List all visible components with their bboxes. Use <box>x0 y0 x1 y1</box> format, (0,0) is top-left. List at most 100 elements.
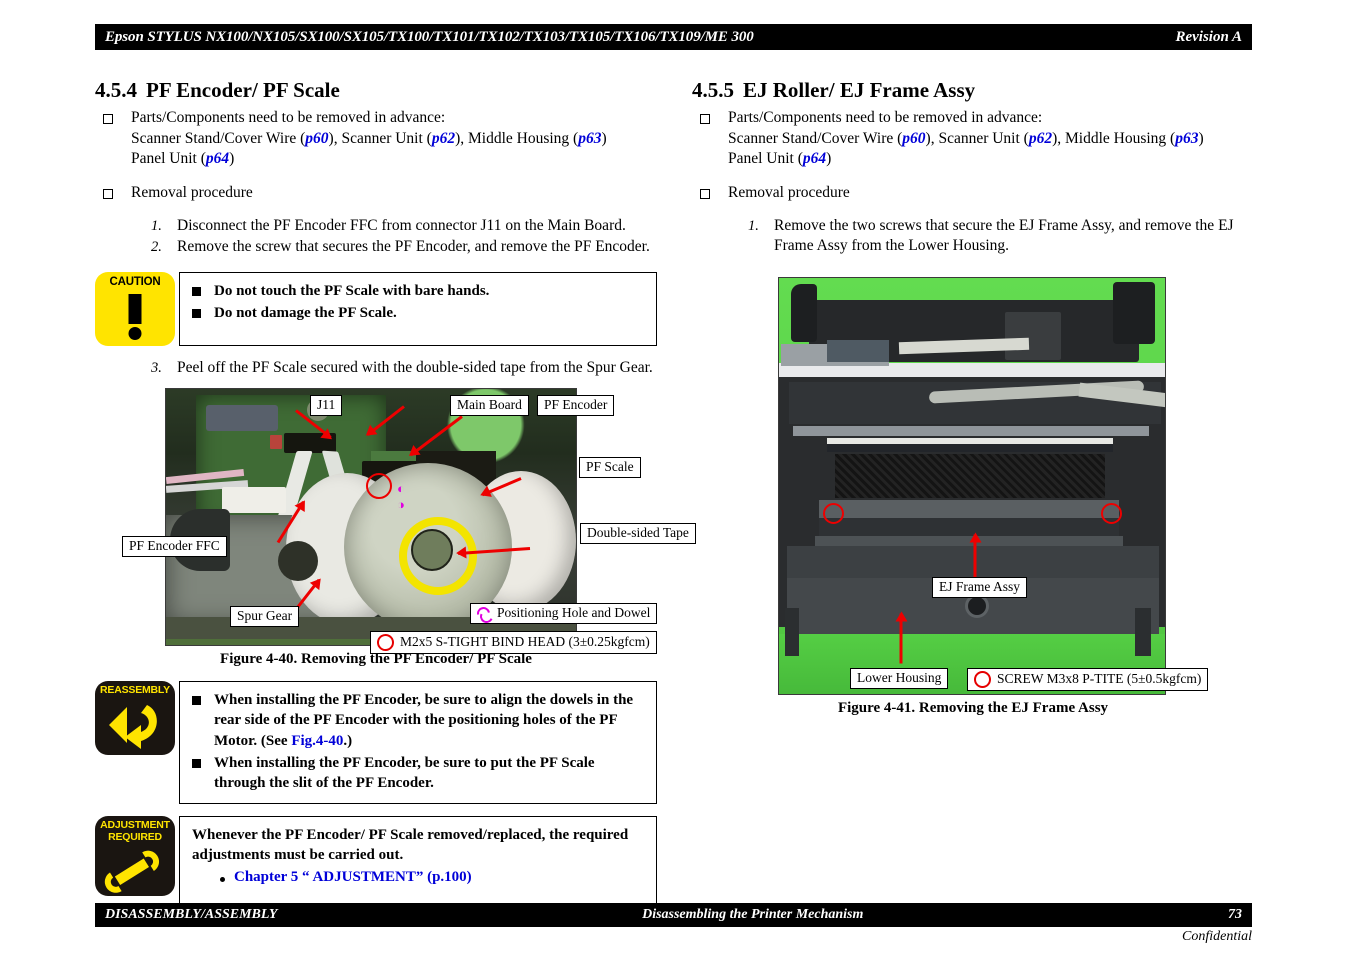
figure-4-40: ◐ ◑ J11 Main Board PF Encoder PF Scale D… <box>95 388 696 668</box>
callout-double-sided-tape: Double-sided Tape <box>580 523 696 545</box>
left-prereq-l1c: ), Middle Housing ( <box>455 129 579 147</box>
right-section-heading: 4.5.5 EJ Roller/ EJ Frame Assy <box>692 78 1254 102</box>
left-section-heading: 4.5.4 PF Encoder/ PF Scale <box>95 78 657 102</box>
callout-main-board: Main Board <box>450 395 529 417</box>
caution-icon-label: CAUTION <box>109 275 161 288</box>
left-step-2: 2. Remove the screw that secures the PF … <box>151 237 657 257</box>
left-prereq-l2b: ) <box>229 150 235 168</box>
right-prereq-ref-p62[interactable]: p62 <box>1029 130 1052 147</box>
page-footer: DISASSEMBLY/ASSEMBLY Disassembling the P… <box>95 903 1252 927</box>
caution-note-body: Do not touch the PF Scale with bare hand… <box>179 271 657 346</box>
callout-lower-housing: Lower Housing <box>850 667 949 689</box>
caution-line-2-text: Do not damage the PF Scale. <box>214 304 397 321</box>
screw-circle-icon <box>377 634 394 652</box>
callout-positioning-hole-text: Positioning Hole and Dowel <box>497 605 651 621</box>
right-prereq-item: Parts/Components need to be removed in a… <box>692 108 1254 169</box>
adjustment-chapter-link[interactable]: Chapter 5 “ ADJUSTMENT” (p.100) <box>234 869 472 886</box>
right-prereq-l1a: Scanner Stand/Cover Wire ( <box>728 129 903 147</box>
left-prereq-ref-p64[interactable]: p64 <box>206 150 229 167</box>
left-prereq-l2a: Panel Unit ( <box>131 150 206 168</box>
left-section-title: PF Encoder/ PF Scale <box>146 78 340 102</box>
adjustment-link-row: Chapter 5 “ ADJUSTMENT” (p.100) <box>220 869 646 886</box>
header-revision: Revision A <box>1175 28 1242 45</box>
right-removal-label: Removal procedure <box>728 183 850 201</box>
callout-ej-frame-assy: EJ Frame Assy <box>932 576 1027 598</box>
screw-highlight-ring-right <box>1101 502 1122 524</box>
step-text: Remove the two screws that secure the EJ… <box>774 216 1234 255</box>
arrow-ej-frame-assy <box>973 534 977 583</box>
reassembly-arrow-icon <box>109 705 157 750</box>
callout-screw-spec-right: SCREW M3x8 P-TITE (5±0.5kgfcm) <box>967 667 1209 691</box>
roller-shadow <box>827 443 1113 452</box>
exclamation-icon <box>128 293 142 324</box>
right-prereq-l1b: ), Scanner Unit ( <box>925 129 1029 147</box>
left-column: 4.5.4 PF Encoder/ PF Scale Parts/Componen… <box>95 78 696 906</box>
reassembly-icon: REASSEMBLY <box>95 681 175 756</box>
filled-square-bullet-icon <box>192 758 201 768</box>
carriage-block <box>827 339 889 362</box>
footer-center-text: Disassembling the Printer Mechanism <box>642 907 864 922</box>
bullet-dot-icon <box>220 876 225 882</box>
caution-icon: CAUTION <box>95 271 175 346</box>
reassembly-line-1-tail: .) <box>343 732 353 749</box>
step-text: Remove the screw that secures the PF Enc… <box>177 238 650 256</box>
positioning-dowel-icon <box>474 604 495 626</box>
caution-note-block: CAUTION Do not touch the PF Scale with b… <box>95 271 657 346</box>
step-number: 1. <box>748 217 759 234</box>
callout-spur-gear: Spur Gear <box>230 606 300 628</box>
left-removal-label: Removal procedure <box>131 183 253 201</box>
header-title: Epson STYLUS NX100/NX105/SX100/SX105/TX1… <box>105 28 754 45</box>
ink-pad <box>835 453 1105 498</box>
reassembly-line-1-text: When installing the PF Encoder, be sure … <box>214 692 634 749</box>
figure-4-41-caption: Figure 4-41. Removing the EJ Frame Assy <box>837 699 1109 716</box>
pcb-component-connector <box>206 405 278 432</box>
adjustment-icon-label-2: REQUIRED <box>108 830 162 843</box>
right-column: 4.5.5 EJ Roller/ EJ Frame Assy Parts/Comp… <box>692 78 1254 717</box>
left-prereq-label: Parts/Components need to be removed in a… <box>131 109 446 127</box>
callout-screw-spec-text: M2x5 S-TIGHT BIND HEAD (3±0.25kgfcm) <box>400 634 650 650</box>
dowel-mark-icon-2: ◑ <box>397 497 405 513</box>
left-prereq-ref-p62[interactable]: p62 <box>432 130 455 147</box>
ej-frame-bar <box>819 499 1119 518</box>
square-bullet-icon <box>700 114 710 125</box>
left-prereq-ref-p60[interactable]: p60 <box>305 130 328 147</box>
screw-circle-icon <box>974 670 991 688</box>
screw-highlight-ring-left <box>823 502 844 524</box>
left-step-list: 1. Disconnect the PF Encoder FFC from co… <box>151 216 657 258</box>
right-prereq-ref-p60[interactable]: p60 <box>902 130 925 147</box>
right-section-number: 4.5.5 <box>692 78 734 102</box>
left-section-number: 4.5.4 <box>95 78 137 102</box>
left-hinge <box>791 283 817 342</box>
step-number: 1. <box>151 217 162 234</box>
reassembly-line-1: When installing the PF Encoder, be sure … <box>192 690 646 750</box>
right-step-1: 1. Remove the two screws that secure the… <box>748 216 1254 257</box>
square-bullet-icon <box>103 188 113 199</box>
adjustment-note-body: Whenever the PF Encoder/ PF Scale remove… <box>179 815 657 906</box>
left-prereq-ref-p63[interactable]: p63 <box>578 130 601 147</box>
square-bullet-icon <box>700 188 710 199</box>
reassembly-note-body: When installing the PF Encoder, be sure … <box>179 681 657 804</box>
reassembly-fig-link[interactable]: Fig.4-40 <box>291 733 343 749</box>
footer-page-number: 73 <box>1228 907 1242 922</box>
dowel-mark-icon-1: ◐ <box>397 481 405 497</box>
gear-hub <box>411 529 453 572</box>
right-removal-item: Removal procedure <box>692 183 1254 203</box>
right-step-list: 1. Remove the two screws that secure the… <box>748 216 1254 257</box>
connector-housing <box>222 487 286 514</box>
reassembly-line-2-text: When installing the PF Encoder, be sure … <box>214 754 595 791</box>
exclamation-dot-icon <box>128 326 142 340</box>
callout-j11: J11 <box>310 395 343 417</box>
right-prereq-l2b: ) <box>826 150 832 168</box>
figure-4-41: EJ Frame Assy Lower Housing SCREW M3x8 P… <box>692 276 1254 717</box>
right-prereq-ref-p63[interactable]: p63 <box>1175 130 1198 147</box>
footer-left-text: DISASSEMBLY/ASSEMBLY <box>105 907 278 922</box>
left-step-1: 1. Disconnect the PF Encoder FFC from co… <box>151 216 657 236</box>
filled-square-bullet-icon <box>192 696 201 706</box>
caution-line-2: Do not damage the PF Scale. <box>192 303 646 323</box>
housing-foot-right <box>1135 607 1151 656</box>
callout-screw-spec: M2x5 S-TIGHT BIND HEAD (3±0.25kgfcm) <box>370 631 657 655</box>
callout-positioning-hole: Positioning Hole and Dowel <box>470 603 658 626</box>
reassembly-icon-label: REASSEMBLY <box>100 684 170 697</box>
right-prereq-ref-p64[interactable]: p64 <box>803 150 826 167</box>
upper-bracket <box>1005 311 1061 360</box>
